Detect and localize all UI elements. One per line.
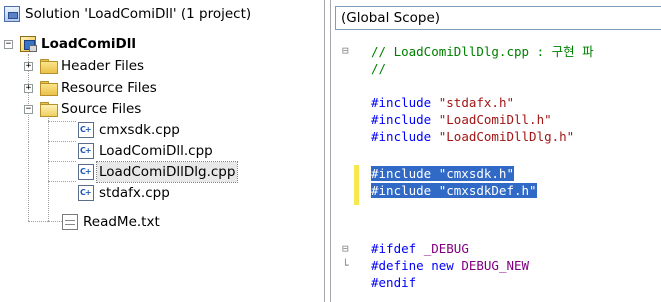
solution-explorer[interactable]: Solution 'LoadComiDll' (1 project) − Loa… [0, 0, 325, 302]
file-label: ReadMe.txt [83, 214, 160, 230]
cpp-file-icon: C+ [78, 143, 94, 159]
code-line-comment: // LoadComiDllDlg.cpp : 구현 파 [371, 44, 594, 59]
file-label: LoadComiDllDlg.cpp [95, 161, 239, 183]
cpp-file-icon: C+ [78, 185, 94, 201]
outline-end-icon: └ [342, 259, 349, 272]
expand-resource-files-toggle[interactable]: + [24, 84, 33, 93]
solution-icon [4, 6, 20, 22]
code-line-selected: #include "cmxsdk.h" [371, 165, 514, 182]
outline-collapse-icon[interactable]: ⊟ [342, 242, 349, 256]
folder-label: Source Files [61, 101, 142, 117]
code-line-define: #define new DEBUG_NEW [371, 257, 529, 274]
file-label: cmxsdk.cpp [99, 122, 180, 138]
tree-item-resource-files[interactable]: Resource Files [40, 78, 159, 98]
collapse-source-files-toggle[interactable]: − [24, 105, 33, 114]
code-editor[interactable]: (Global Scope) ⊟ ⊟ └ // LoadComiDllDlg.c… [330, 0, 661, 302]
collapse-project-toggle[interactable]: − [4, 40, 13, 49]
string-literal: "LoadComiDllDlg.h" [438, 129, 575, 144]
tree-line [48, 121, 76, 122]
tree-item-file[interactable]: C+ cmxsdk.cpp [78, 120, 182, 140]
macro-name: DEBUG_NEW [461, 258, 530, 273]
tree-item-source-files[interactable]: Source Files [40, 99, 143, 119]
solution-label: Solution 'LoadComiDll' (1 project) [25, 6, 252, 22]
tree-line [48, 113, 49, 221]
preprocessor-directive: #include [371, 95, 432, 110]
preprocessor-directive: #include [371, 129, 432, 144]
tree-line [28, 221, 62, 222]
selected-text: #include "cmxsdkDef.h" [371, 183, 537, 198]
selected-text: #include "cmxsdk.h" [371, 166, 514, 181]
preprocessor-directive: #include [371, 112, 432, 127]
code-area[interactable]: ⊟ ⊟ └ // LoadComiDllDlg.cpp : 구현 파 // #i… [331, 34, 661, 302]
change-indicator-bar [354, 165, 359, 205]
folder-icon [40, 58, 58, 74]
scope-dropdown[interactable]: (Global Scope) [335, 6, 661, 30]
code-line-include: #include "LoadComiDll.h" [371, 111, 552, 128]
file-label: stdafx.cpp [99, 185, 170, 201]
tree-line [48, 161, 76, 162]
outline-collapse-icon[interactable]: ⊟ [342, 44, 349, 58]
code-line-endif: #endif [371, 274, 416, 291]
code-line-include: #include "stdafx.h" [371, 94, 514, 111]
expand-header-files-toggle[interactable]: + [24, 62, 33, 71]
tree-line [28, 141, 29, 221]
preprocessor-directive: #define [371, 258, 424, 273]
keyword: new [431, 258, 454, 273]
tree-item-file[interactable]: C+ LoadComiDll.cpp [78, 141, 215, 161]
tree-item-readme[interactable]: ReadMe.txt [62, 212, 162, 232]
folder-icon [40, 80, 58, 96]
text-file-icon [62, 214, 78, 230]
tree-item-file-selected[interactable]: C+ LoadComiDllDlg.cpp [78, 161, 239, 183]
tree-item-header-files[interactable]: Header Files [40, 56, 146, 76]
macro-name: _DEBUG [423, 241, 469, 256]
string-literal: "stdafx.h" [438, 95, 515, 110]
preprocessor-directive: #ifdef [371, 241, 417, 256]
cpp-file-icon: C+ [78, 122, 94, 138]
code-line-include: #include "LoadComiDllDlg.h" [371, 128, 574, 145]
cpp-file-icon: C+ [78, 164, 94, 180]
preprocessor-directive: #endif [371, 275, 417, 290]
tree-line [48, 181, 76, 182]
tree-item-solution[interactable]: Solution 'LoadComiDll' (1 project) [4, 4, 253, 24]
code-line-selected: #include "cmxsdkDef.h" [371, 182, 537, 199]
tree-item-project[interactable]: LoadComiDll [20, 34, 138, 54]
code-line-comment: // [371, 61, 387, 76]
project-icon [20, 36, 37, 52]
folder-label: Header Files [61, 58, 145, 74]
file-label: LoadComiDll.cpp [99, 143, 213, 159]
string-literal: "LoadComiDll.h" [438, 112, 552, 127]
code-line-ifdef: #ifdef _DEBUG [371, 240, 469, 257]
project-label: LoadComiDll [41, 36, 136, 52]
folder-open-icon [40, 101, 58, 117]
folder-label: Resource Files [61, 80, 157, 96]
tree-line [48, 141, 76, 142]
tree-item-file[interactable]: C+ stdafx.cpp [78, 183, 172, 203]
